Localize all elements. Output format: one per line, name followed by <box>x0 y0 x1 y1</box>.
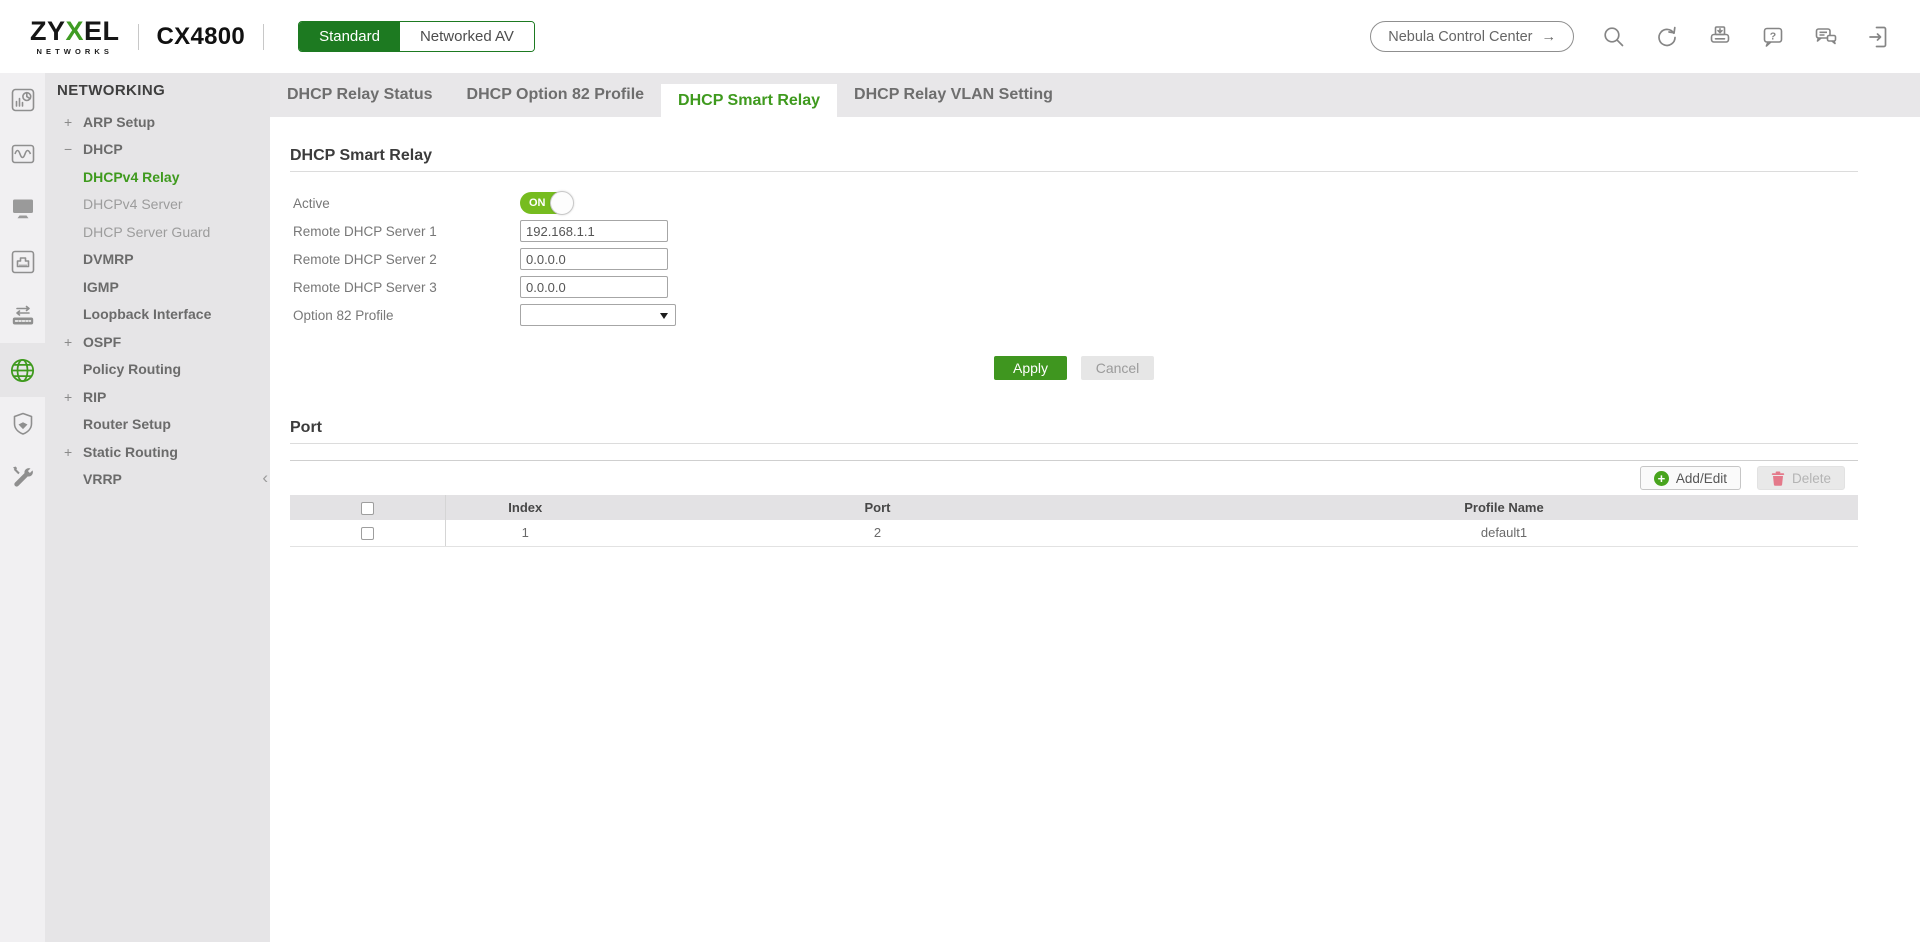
sidebar-item-dvmrp[interactable]: DVMRP <box>45 246 270 274</box>
divider <box>290 171 1858 172</box>
sidebar-item-vrrp[interactable]: VRRP <box>45 466 270 494</box>
cancel-button[interactable]: Cancel <box>1081 356 1154 380</box>
remote-dhcp-server-1-label: Remote DHCP Server 1 <box>293 223 437 239</box>
trash-icon <box>1771 471 1785 486</box>
toggle-on-label: ON <box>529 197 546 209</box>
cell-profile-name: default1 <box>1150 520 1858 547</box>
sidebar-item-dhcp-server-guard[interactable]: DHCP Server Guard <box>45 218 270 246</box>
main-content: DHCP Relay Status DHCP Option 82 Profile… <box>270 73 1920 942</box>
smart-relay-form: Active ON Remote DHCP Server 1 Remote DH… <box>290 189 1858 329</box>
apply-button[interactable]: Apply <box>994 356 1067 380</box>
app-header: ZYXEL NETWORKS CX4800 Standard Networked… <box>0 0 1920 73</box>
port-section-title: Port <box>290 419 322 436</box>
header-divider <box>137 23 139 50</box>
remote-dhcp-server-2-input[interactable] <box>520 248 668 270</box>
rail-system-icon[interactable] <box>0 181 45 235</box>
active-label: Active <box>293 195 330 211</box>
tab-dhcp-smart-relay[interactable]: DHCP Smart Relay <box>661 84 838 117</box>
arrow-right-icon: → <box>1541 28 1557 45</box>
sidebar-item-policy-routing[interactable]: Policy Routing <box>45 356 270 384</box>
tab-dhcp-relay-vlan-setting[interactable]: DHCP Relay VLAN Setting <box>837 73 1070 117</box>
port-table-header-row: Index Port Profile Name <box>290 495 1858 520</box>
nav-rail <box>0 73 45 942</box>
sidebar-item-igmp[interactable]: IGMP <box>45 273 270 301</box>
page-title: DHCP Smart Relay <box>290 147 432 164</box>
option-82-profile-label: Option 82 Profile <box>293 307 394 323</box>
sidebar-collapse-icon[interactable]: ‹ <box>262 468 268 488</box>
rail-dashboard-icon[interactable] <box>0 73 45 127</box>
remote-dhcp-server-2-label: Remote DHCP Server 2 <box>293 251 437 267</box>
column-header-profile-name: Profile Name <box>1150 495 1858 520</box>
nebula-label: Nebula Control Center <box>1388 28 1533 45</box>
rail-switching-icon[interactable] <box>0 289 45 343</box>
row-checkbox[interactable] <box>360 527 374 541</box>
nebula-control-center-button[interactable]: Nebula Control Center → <box>1370 21 1574 52</box>
expand-plus-icon[interactable]: + <box>64 389 79 405</box>
rail-maintenance-icon[interactable] <box>0 451 45 505</box>
help-icon[interactable]: ? <box>1760 24 1786 50</box>
rail-monitoring-icon[interactable] <box>0 127 45 181</box>
remote-dhcp-server-3-label: Remote DHCP Server 3 <box>293 279 437 295</box>
remote-dhcp-server-3-input[interactable] <box>520 276 668 298</box>
sidebar-menu: NETWORKING + ARP Setup − DHCP DHCPv4 Rel… <box>45 73 270 942</box>
sidebar-item-router-setup[interactable]: Router Setup <box>45 411 270 439</box>
feedback-icon[interactable] <box>1813 24 1839 50</box>
column-header-port: Port <box>605 495 1150 520</box>
sidebar-item-dhcp[interactable]: − DHCP <box>45 136 270 164</box>
svg-text:?: ? <box>1770 30 1776 42</box>
rail-port-icon[interactable] <box>0 235 45 289</box>
remote-dhcp-server-1-input[interactable] <box>520 220 668 242</box>
sidebar-item-dhcpv4-relay[interactable]: DHCPv4 Relay <box>45 163 270 191</box>
rail-security-icon[interactable] <box>0 397 45 451</box>
table-row: 1 2 default1 <box>290 520 1858 547</box>
mode-networked-av-button[interactable]: Networked AV <box>399 22 534 51</box>
cell-port: 2 <box>605 520 1150 547</box>
active-toggle[interactable]: ON <box>520 191 574 215</box>
sidebar-item-static-routing[interactable]: + Static Routing <box>45 438 270 466</box>
mode-standard-button[interactable]: Standard <box>299 22 400 51</box>
search-icon[interactable] <box>1601 24 1627 50</box>
mode-switch: Standard Networked AV <box>298 21 535 52</box>
select-all-checkbox[interactable] <box>360 502 374 516</box>
tab-dhcp-option-82-profile[interactable]: DHCP Option 82 Profile <box>450 73 662 117</box>
cell-index: 1 <box>445 520 605 547</box>
tab-dhcp-relay-status[interactable]: DHCP Relay Status <box>270 73 450 117</box>
delete-button[interactable]: Delete <box>1756 466 1845 490</box>
header-divider <box>263 23 265 50</box>
zyxel-logo: ZYXEL NETWORKS <box>30 15 120 56</box>
refresh-icon[interactable] <box>1654 24 1680 50</box>
zyxel-logo-subtext: NETWORKS <box>36 46 114 56</box>
port-table-toolbar: + Add/Edit Delete <box>290 460 1858 495</box>
option-82-profile-select[interactable] <box>520 304 676 326</box>
sidebar-section-title: NETWORKING <box>57 82 166 99</box>
toggle-knob <box>550 191 574 215</box>
sidebar-item-rip[interactable]: + RIP <box>45 383 270 411</box>
port-table: Index Port Profile Name 1 2 default1 <box>290 495 1858 547</box>
sidebar-item-arp-setup[interactable]: + ARP Setup <box>45 108 270 136</box>
rail-networking-globe-icon[interactable] <box>0 343 45 397</box>
add-edit-button[interactable]: + Add/Edit <box>1639 466 1741 490</box>
expand-plus-icon[interactable]: + <box>64 114 79 130</box>
sidebar-item-loopback-interface[interactable]: Loopback Interface <box>45 301 270 329</box>
zyxel-logo-text: ZYXEL <box>30 15 120 46</box>
divider <box>290 443 1858 444</box>
save-config-icon[interactable] <box>1707 24 1733 50</box>
header-icons: ? <box>1601 24 1892 50</box>
collapse-minus-icon[interactable]: − <box>64 141 79 157</box>
expand-plus-icon[interactable]: + <box>64 334 79 350</box>
device-model: CX4800 <box>156 22 246 50</box>
logout-icon[interactable] <box>1866 24 1892 50</box>
expand-plus-icon[interactable]: + <box>64 444 79 460</box>
column-header-index: Index <box>445 495 605 520</box>
tab-bar: DHCP Relay Status DHCP Option 82 Profile… <box>270 73 1920 117</box>
plus-icon: + <box>1653 470 1669 486</box>
sidebar-item-dhcpv4-server[interactable]: DHCPv4 Server <box>45 191 270 219</box>
sidebar-item-ospf[interactable]: + OSPF <box>45 328 270 356</box>
